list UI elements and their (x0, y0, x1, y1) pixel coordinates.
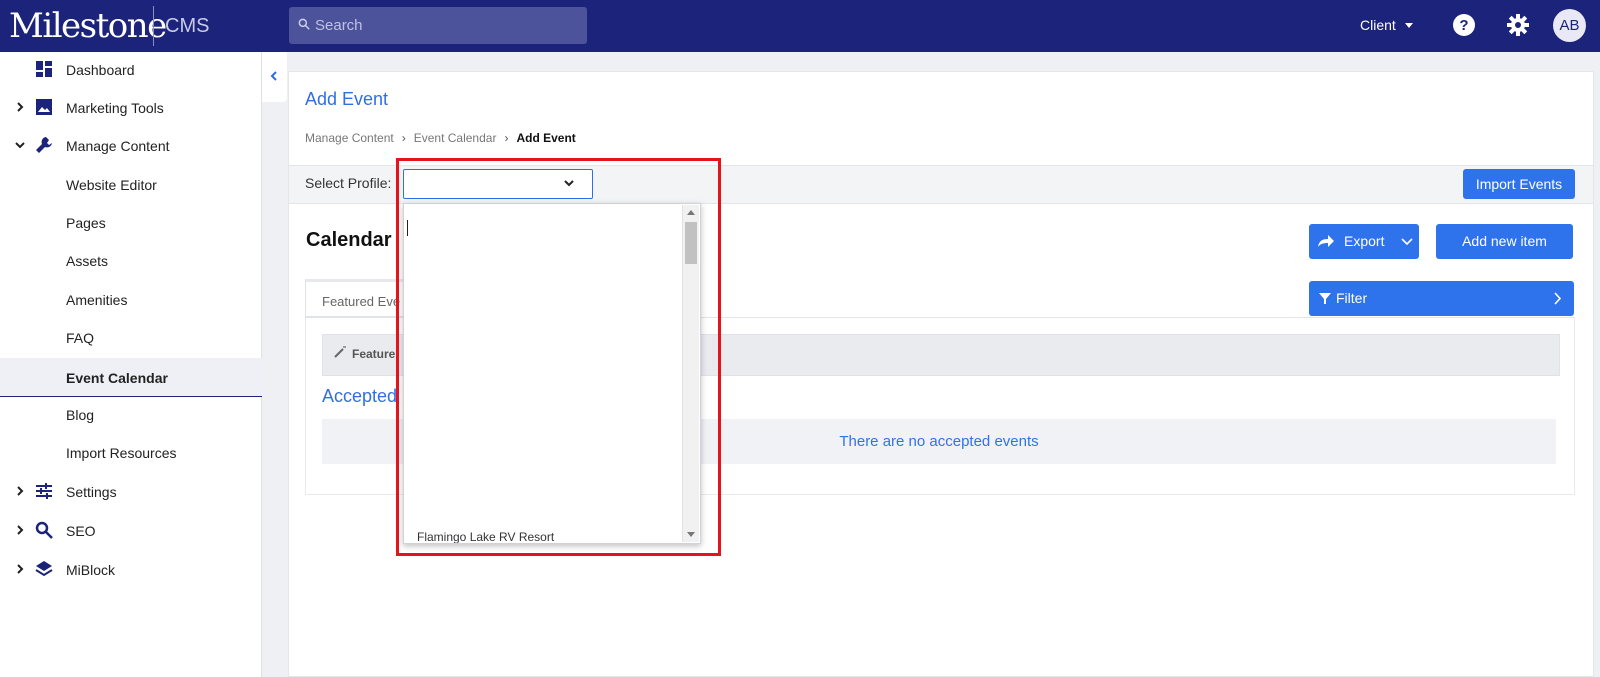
sidebar-item-faq[interactable]: FAQ (0, 320, 262, 356)
breadcrumb: Manage Content › Event Calendar › Add Event (305, 131, 576, 145)
logo[interactable]: Milestone (9, 4, 167, 48)
sidebar-item-assets[interactable]: Assets (0, 243, 262, 279)
sidebar-item-pages[interactable]: Pages (0, 205, 262, 241)
calendar-title: Calendar (306, 229, 392, 251)
sidebar-item-label: Website Editor (66, 177, 157, 193)
tab-featured-events-label[interactable]: Featured Eve (322, 294, 400, 309)
search-box[interactable]: Search (289, 7, 587, 44)
image-icon (36, 99, 52, 115)
breadcrumb-separator-icon: › (401, 131, 406, 145)
dashboard-icon (36, 61, 52, 77)
filter-button[interactable]: Filter (1309, 281, 1574, 316)
avatar[interactable]: AB (1553, 9, 1586, 42)
filter-icon (1319, 293, 1331, 304)
highlight-box (396, 158, 721, 556)
profile-label: Select Profile: (305, 175, 392, 191)
layers-icon (35, 561, 53, 577)
breadcrumb-separator-icon: › (504, 131, 509, 145)
sidebar-item-amenities[interactable]: Amenities (0, 282, 262, 318)
sidebar: Dashboard Marketing Tools Manage Content… (0, 52, 262, 677)
sidebar-item-label: Pages (66, 215, 106, 231)
magic-wand-icon (334, 346, 346, 358)
sidebar-item-label: Assets (66, 253, 109, 269)
sidebar-item-label: Amenities (66, 292, 128, 308)
featured-label: Feature (352, 347, 396, 361)
top-bar: Milestone CMS Search Client ? AB (0, 0, 1600, 52)
sidebar-item-label: Blog (66, 407, 95, 423)
search-icon (35, 521, 53, 539)
gear-icon[interactable] (1506, 13, 1530, 37)
caret-down-icon[interactable] (1405, 23, 1413, 28)
sidebar-item-label: Import Resources (66, 445, 177, 461)
sliders-icon (36, 483, 52, 499)
share-icon (1318, 235, 1334, 247)
chevron-right-icon[interactable] (14, 101, 26, 113)
filter-label: Filter (1336, 290, 1368, 306)
search-icon (298, 18, 310, 30)
wrench-icon (36, 137, 52, 153)
export-label: Export (1344, 233, 1385, 249)
sidebar-item-import-resources[interactable]: Import Resources (0, 435, 262, 471)
search-placeholder[interactable]: Search (315, 17, 363, 34)
chevron-down-icon (1401, 238, 1413, 246)
client-menu[interactable]: Client (1360, 17, 1396, 33)
chevron-right-icon[interactable] (14, 524, 26, 536)
sidebar-item-label: MiBlock (66, 562, 116, 578)
sidebar-item-label: SEO (66, 523, 96, 539)
sidebar-item-seo[interactable]: SEO (0, 513, 262, 549)
chevron-down-icon[interactable] (14, 139, 26, 151)
sidebar-item-marketing-tools[interactable]: Marketing Tools (0, 90, 262, 126)
chevron-right-icon[interactable] (14, 563, 26, 575)
chevron-left-icon[interactable] (269, 70, 279, 82)
breadcrumb-manage-content[interactable]: Manage Content (305, 131, 394, 145)
logo-divider (153, 6, 154, 46)
import-events-button[interactable]: Import Events (1463, 169, 1575, 199)
product-name: CMS (165, 15, 210, 37)
sidebar-item-label: Dashboard (66, 62, 135, 78)
sidebar-item-label: Marketing Tools (66, 100, 164, 116)
sidebar-item-website-editor[interactable]: Website Editor (0, 167, 262, 203)
sidebar-item-blog[interactable]: Blog (0, 397, 262, 433)
sidebar-item-manage-content[interactable]: Manage Content (0, 128, 262, 164)
sidebar-item-label: Settings (66, 484, 117, 500)
add-new-item-button[interactable]: Add new item (1436, 224, 1573, 259)
sidebar-item-label: Manage Content (66, 138, 170, 154)
page-title: Add Event (305, 89, 389, 109)
export-button[interactable]: Export (1309, 224, 1419, 259)
sidebar-item-label: Event Calendar (66, 370, 168, 386)
sidebar-item-dashboard[interactable]: Dashboard (0, 52, 262, 88)
sidebar-item-label: FAQ (66, 330, 95, 346)
collapse-sidebar-button[interactable] (262, 52, 287, 102)
chevron-right-icon[interactable] (14, 485, 26, 497)
sidebar-item-event-calendar[interactable]: Event Calendar (0, 358, 262, 397)
help-icon[interactable]: ? (1452, 13, 1476, 37)
svg-text:?: ? (1459, 17, 1468, 34)
breadcrumb-event-calendar[interactable]: Event Calendar (414, 131, 497, 145)
sidebar-item-settings[interactable]: Settings (0, 474, 262, 510)
sidebar-item-miblock[interactable]: MiBlock (0, 552, 262, 588)
breadcrumb-current: Add Event (516, 131, 576, 145)
chevron-right-icon (1554, 292, 1562, 305)
accepted-title: Accepted (322, 386, 398, 406)
